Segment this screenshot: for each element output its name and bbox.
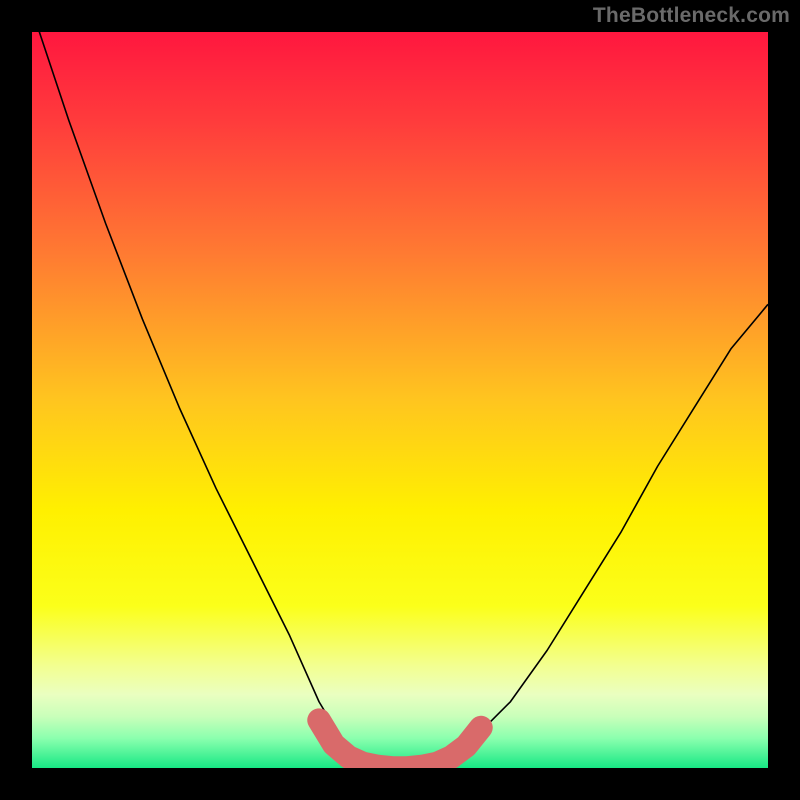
valley-marker	[457, 737, 475, 755]
watermark: TheBottleneck.com	[593, 4, 790, 28]
plot-area	[32, 32, 768, 768]
valley-markers	[310, 711, 490, 768]
valley-marker	[310, 711, 328, 729]
curve-path	[32, 32, 768, 768]
chart-frame: TheBottleneck.com	[0, 0, 800, 800]
bottleneck-curve	[32, 32, 768, 768]
valley-marker	[472, 719, 490, 737]
valley-marker	[443, 748, 461, 766]
valley-marker	[325, 736, 343, 754]
